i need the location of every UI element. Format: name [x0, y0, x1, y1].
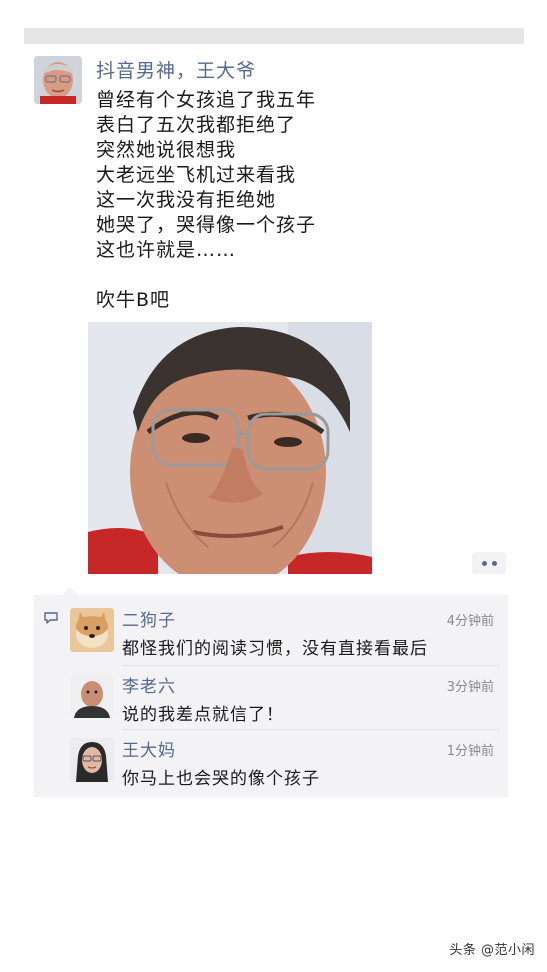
post-line: 这也许就是…… — [96, 239, 237, 261]
more-options-icon — [481, 560, 487, 566]
comment-item: 王大妈 1分钟前 你马上也会哭的像个孩子 — [70, 730, 500, 794]
comment-time: 4分钟前 — [446, 614, 494, 629]
post-line: 她哭了，哭得像一个孩子 — [96, 214, 317, 236]
post-line: 这一次我没有拒绝她 — [96, 189, 277, 211]
comment-text: 说的我差点就信了！ — [122, 705, 284, 725]
comment-time: 1分钟前 — [446, 744, 494, 759]
post-punchline: 吹牛B吧 — [96, 289, 171, 311]
previous-post-edge — [24, 28, 524, 44]
comment-time: 3分钟前 — [446, 680, 494, 695]
comment-author[interactable]: 李老六 — [122, 672, 176, 697]
post-line: 表白了五次我都拒绝了 — [96, 114, 297, 136]
post-photo[interactable] — [88, 322, 372, 574]
comment-item: 二狗子 4分钟前 都怪我们的阅读习惯，没有直接看最后 — [70, 600, 500, 666]
comment-text: 你马上也会哭的像个孩子 — [122, 769, 320, 789]
more-options-icon — [491, 560, 497, 566]
post-line-spacer — [96, 263, 316, 288]
post-line: 大老远坐飞机过来看我 — [96, 164, 297, 186]
post-line: 突然她说很想我 — [96, 139, 237, 161]
comment-author[interactable]: 王大妈 — [122, 736, 176, 761]
comment-avatar[interactable] — [70, 674, 114, 718]
post-author-name[interactable]: 抖音男神，王大爷 — [96, 56, 256, 83]
comment-item: 李老六 3分钟前 说的我差点就信了！ — [70, 666, 500, 730]
comment-text: 都怪我们的阅读习惯，没有直接看最后 — [122, 639, 428, 659]
comment-avatar[interactable] — [70, 608, 114, 652]
post-body: 曾经有个女孩追了我五年 表白了五次我都拒绝了 突然她说很想我 大老远坐飞机过来看… — [96, 88, 316, 313]
comment-avatar[interactable] — [70, 738, 114, 782]
comment-icon — [44, 612, 58, 624]
source-watermark: 头条 @范小闲 — [449, 943, 535, 958]
more-options-button[interactable] — [472, 552, 506, 574]
comment-author[interactable]: 二狗子 — [122, 606, 176, 631]
post-line: 曾经有个女孩追了我五年 — [96, 89, 317, 111]
post-author-avatar[interactable] — [34, 56, 82, 104]
